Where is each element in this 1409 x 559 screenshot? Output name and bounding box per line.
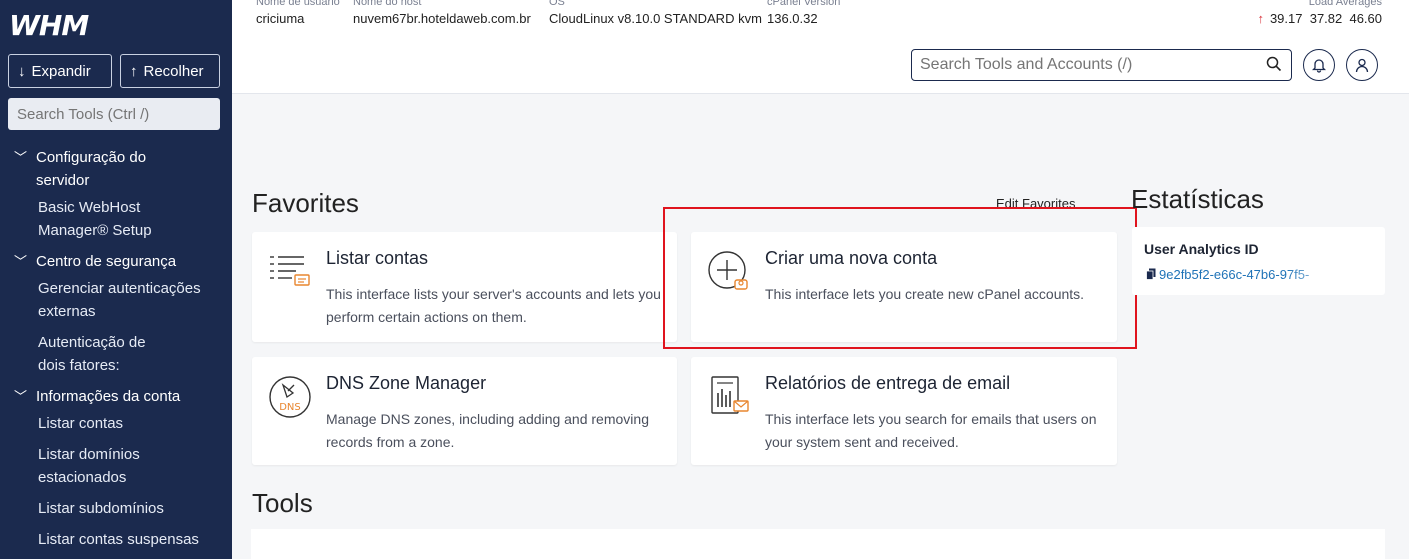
sidebar-nav: ﹀ Configuração do servidor Basic WebHost… — [0, 146, 232, 559]
bell-icon — [1312, 58, 1326, 73]
favorite-card-dns-zone-manager[interactable]: DNS DNS Zone Manager Manage DNS zones, i… — [252, 357, 677, 465]
user-analytics-id[interactable]: 9e2fb5f2-e66c-47b6-97f5- — [1146, 267, 1346, 282]
notifications-button[interactable] — [1303, 49, 1335, 81]
card-description: Manage DNS zones, including adding and r… — [326, 411, 649, 450]
chevron-down-icon: ﹀ — [14, 150, 28, 165]
favorite-card-listar-contas[interactable]: Listar contas This interface lists your … — [252, 232, 677, 342]
whm-logo[interactable]: WHM — [9, 9, 89, 42]
sidebar-item-basic-setup[interactable]: Basic WebHost Manager® Setup — [0, 196, 180, 242]
stats-heading: Estatísticas — [1131, 184, 1264, 214]
sidebar-section-label: Configuração do servidor — [36, 149, 147, 189]
user-analytics-label: User Analytics ID — [1144, 241, 1259, 257]
info-label: Nome do host — [353, 0, 422, 8]
email-report-icon — [711, 376, 749, 414]
info-username: Nome de usuário criciuma — [256, 0, 340, 26]
favorite-card-relatorios-email[interactable]: Relatórios de entrega de email This inte… — [691, 357, 1117, 465]
favorites-heading: Favorites — [252, 188, 359, 218]
info-hostname: Nome do host nuvem67br.hoteldaweb.com.br — [353, 0, 531, 26]
user-menu-button[interactable] — [1346, 49, 1378, 81]
sidebar-section-seguranca[interactable]: ﹀ Centro de segurança — [0, 250, 232, 273]
chevron-down-icon: ﹀ — [14, 254, 28, 269]
collapse-button[interactable]: ↑ Recolher — [120, 54, 220, 88]
tools-heading: Tools — [252, 488, 313, 518]
info-value: 136.0.32 — [767, 11, 818, 26]
info-label: Nome de usuário — [256, 0, 340, 8]
sidebar-section-informacoes[interactable]: ﹀ Informações da conta — [0, 385, 232, 408]
card-title: Relatórios de entrega de email — [765, 373, 1011, 393]
tools-panel — [251, 529, 1385, 559]
sidebar-section-label: Informações da conta — [36, 388, 181, 405]
edit-favorites-link[interactable]: Edit Favorites — [996, 196, 1075, 211]
card-title: Criar uma nova conta — [765, 248, 938, 268]
top-search-input[interactable] — [912, 50, 1252, 80]
card-description: This interface lets you create new cPane… — [765, 286, 1085, 302]
sidebar-section-configuracao[interactable]: ﹀ Configuração do servidor — [0, 146, 232, 192]
info-label: cPanel Version — [767, 0, 841, 8]
load-values: 39.17 37.82 46.60 — [1269, 11, 1382, 26]
card-description: This interface lets you search for email… — [765, 411, 1097, 450]
load-averages: Load Averages ↑ 39.17 37.82 46.60 — [1257, 0, 1382, 26]
list-accounts-icon — [270, 256, 310, 286]
card-title: Listar contas — [326, 248, 429, 268]
sidebar-section-label: Centro de segurança — [36, 253, 177, 270]
expand-label: Expandir — [31, 62, 91, 80]
sidebar: WHM ↓ Expandir ↑ Recolher ﹀ Configuração… — [0, 0, 232, 559]
sidebar-item-dominios-estacionados[interactable]: Listar domínios estacionados — [0, 443, 160, 489]
user-icon — [1355, 58, 1369, 72]
info-label: OS — [549, 0, 565, 8]
sidebar-item-contas-suspensas[interactable]: Listar contas suspensas — [0, 528, 232, 551]
collapse-label: Recolher — [143, 62, 204, 80]
arrow-up-icon: ↑ — [130, 62, 138, 80]
expand-button[interactable]: ↓ Expandir — [8, 54, 112, 88]
info-cpanel-version: cPanel Version 136.0.32 — [767, 0, 840, 26]
sidebar-search-input[interactable] — [8, 98, 220, 130]
dns-icon: DNS — [269, 376, 311, 418]
sidebar-item-dois-fatores[interactable]: Autenticação de dois fatores: — [0, 331, 170, 377]
copy-icon[interactable] — [1146, 268, 1156, 280]
add-account-icon — [708, 251, 748, 290]
stats-card: User Analytics ID 9e2fb5f2-e66c-47b6-97f… — [1132, 227, 1385, 295]
search-icon[interactable] — [1266, 56, 1282, 72]
sidebar-item-autenticacoes-externas[interactable]: Gerenciar autenticações externas — [0, 277, 232, 323]
user-analytics-value: 9e2fb5f2-e66c-47b6-97f5- — [1159, 267, 1310, 282]
info-value: nuvem67br.hoteldaweb.com.br — [353, 11, 531, 26]
info-os: OS CloudLinux v8.10.0 STANDARD kvm — [549, 0, 762, 26]
card-description: This interface lists your server's accou… — [326, 286, 661, 325]
arrow-down-icon: ↓ — [18, 62, 26, 80]
favorite-card-criar-conta[interactable]: Criar uma nova conta This interface lets… — [691, 232, 1117, 342]
info-value: criciuma — [256, 11, 305, 26]
top-bar: Nome de usuário criciuma Nome do host nu… — [232, 0, 1409, 94]
dns-icon-text: DNS — [279, 402, 301, 413]
load-label: Load Averages — [1308, 0, 1382, 8]
chevron-down-icon: ﹀ — [14, 389, 28, 404]
card-title: DNS Zone Manager — [326, 373, 487, 393]
sidebar-item-listar-contas[interactable]: Listar contas — [0, 412, 232, 435]
top-search-box[interactable] — [911, 49, 1292, 81]
info-value: CloudLinux v8.10.0 STANDARD kvm — [549, 11, 762, 26]
arrow-up-icon: ↑ — [1257, 11, 1264, 26]
sidebar-item-subdominios[interactable]: Listar subdomínios — [0, 497, 232, 520]
